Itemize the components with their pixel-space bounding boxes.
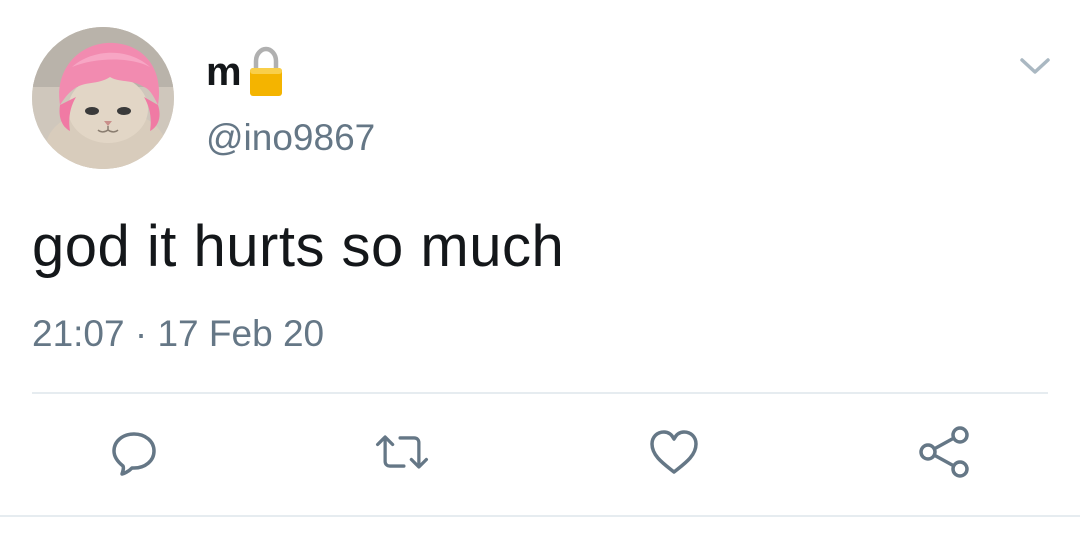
action-bar	[0, 410, 1080, 496]
tweet-meta: 21:07 · 17 Feb 20	[32, 312, 324, 356]
lock-icon	[248, 46, 284, 98]
display-name[interactable]: m	[206, 52, 242, 92]
tweet-time: 21:07	[32, 313, 125, 354]
author-name-row[interactable]: m	[206, 44, 284, 100]
share-button[interactable]	[914, 422, 974, 482]
meta-separator: ·	[134, 313, 148, 354]
retweet-button[interactable]	[372, 422, 432, 482]
heart-icon	[650, 430, 698, 474]
like-button[interactable]	[644, 422, 704, 482]
tweet-card: m @ino9867 god it hurts so much 21:07 · …	[0, 0, 1080, 533]
share-icon	[919, 426, 969, 478]
avatar-image	[32, 27, 174, 169]
tweet-text: god it hurts so much	[32, 214, 565, 279]
divider	[32, 392, 1048, 394]
reply-icon	[112, 432, 156, 476]
reply-button[interactable]	[104, 422, 164, 482]
author-handle[interactable]: @ino9867	[206, 116, 375, 160]
retweet-icon	[375, 435, 429, 469]
tweet-date: 17 Feb 20	[157, 313, 325, 354]
bottom-divider	[0, 515, 1080, 517]
avatar[interactable]	[32, 27, 174, 169]
chevron-down-icon[interactable]	[1016, 52, 1054, 80]
